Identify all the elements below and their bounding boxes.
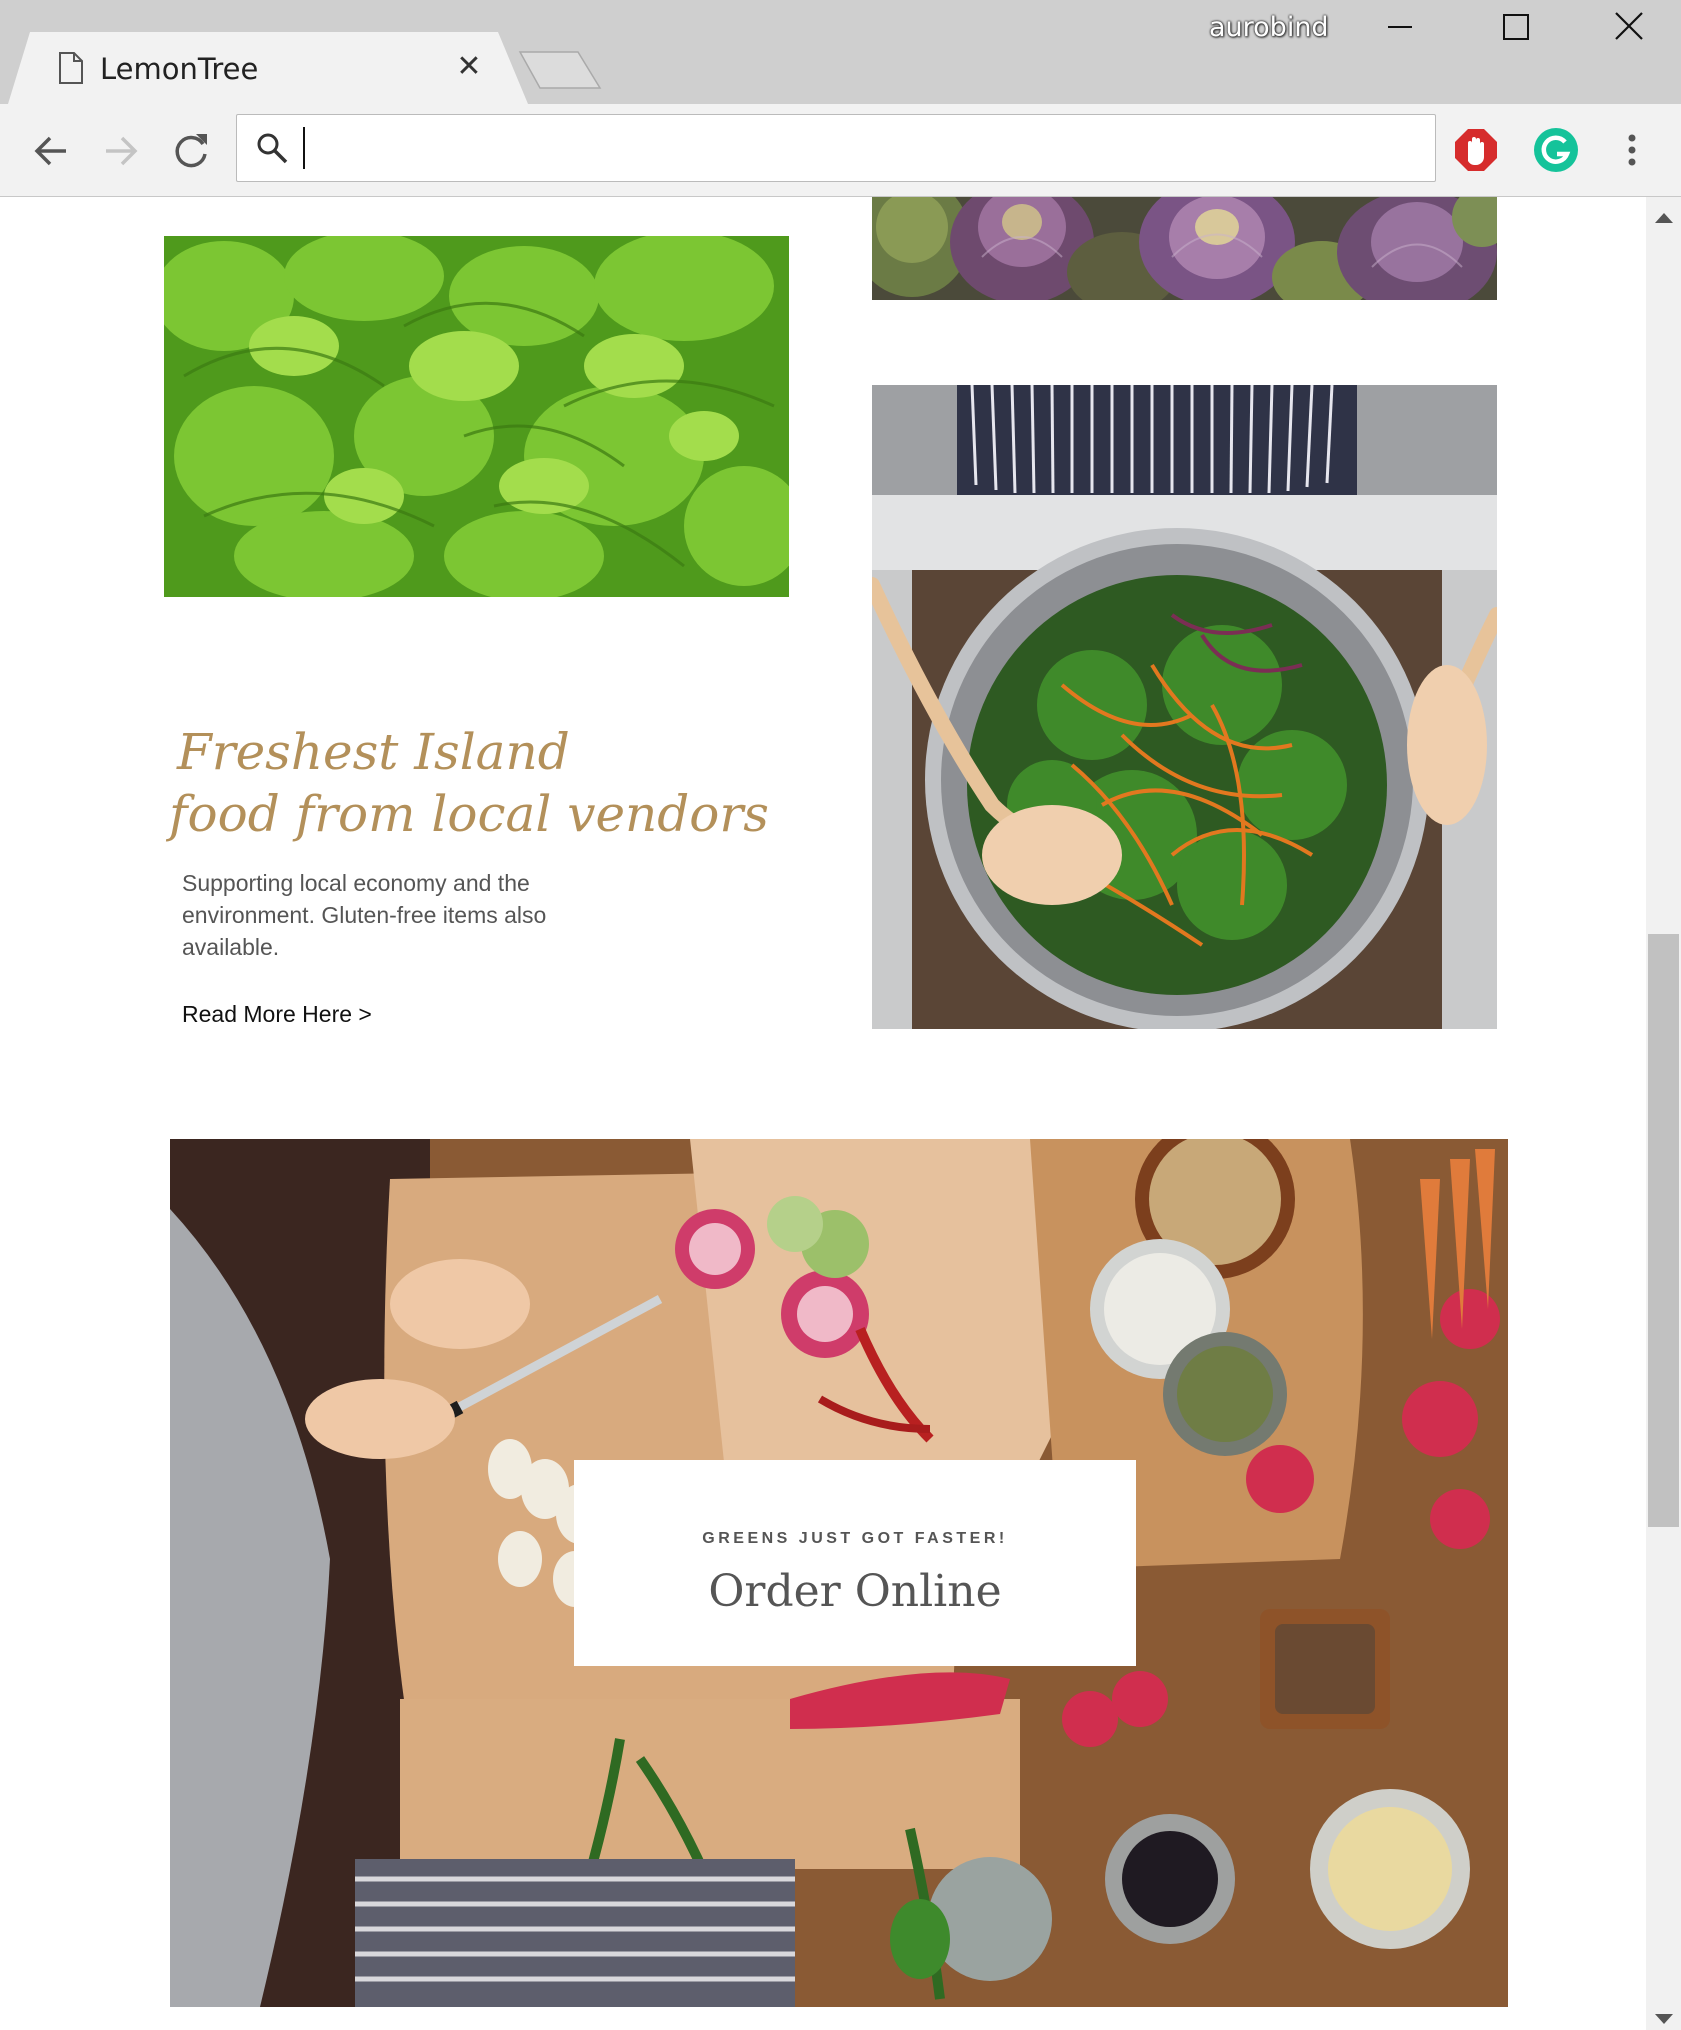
browser-toolbar xyxy=(0,104,1681,197)
document-icon xyxy=(59,52,83,84)
tab-close-icon[interactable]: ✕ xyxy=(454,52,484,82)
browser-titlebar: LemonTree ✕ aurobind xyxy=(0,0,1681,104)
new-tab-button[interactable] xyxy=(518,50,602,90)
vertical-scrollbar[interactable] xyxy=(1646,197,1681,2030)
address-input[interactable] xyxy=(311,125,1415,173)
scroll-thumb[interactable] xyxy=(1648,934,1679,1527)
text-caret xyxy=(303,127,305,169)
scroll-down-icon[interactable] xyxy=(1654,2012,1674,2026)
minimize-icon[interactable] xyxy=(1370,0,1430,54)
address-bar[interactable] xyxy=(236,114,1436,182)
close-window-icon[interactable] xyxy=(1600,0,1660,54)
reload-icon[interactable] xyxy=(166,126,216,176)
headline-line-1: Freshest Island xyxy=(177,723,570,781)
headline-line-2: food from local vendors xyxy=(169,785,769,843)
profile-name[interactable]: aurobind xyxy=(1209,12,1329,43)
order-online-card[interactable]: GREENS JUST GOT FASTER! Order Online xyxy=(574,1460,1136,1666)
search-icon xyxy=(257,133,288,164)
order-kicker: GREENS JUST GOT FASTER! xyxy=(702,1530,1008,1547)
order-online-title[interactable]: Order Online xyxy=(574,1566,1136,1617)
artichoke-photo xyxy=(872,197,1497,300)
forward-arrow-icon[interactable] xyxy=(96,126,146,176)
page-viewport: Freshest Island food from local vendors … xyxy=(0,197,1646,2030)
feature-headline: Freshest Island food from local vendors xyxy=(169,721,777,845)
menu-kebab-icon[interactable] xyxy=(1608,126,1656,174)
back-arrow-icon[interactable] xyxy=(26,126,76,176)
scroll-up-icon[interactable] xyxy=(1654,211,1674,225)
grammarly-extension-icon[interactable] xyxy=(1532,126,1580,174)
active-tab[interactable]: LemonTree ✕ xyxy=(8,32,528,104)
read-more-link[interactable]: Read More Here > xyxy=(182,1001,372,1028)
lettuce-photo xyxy=(164,236,789,597)
adblock-extension-icon[interactable] xyxy=(1452,126,1500,174)
salad-bowl-photo xyxy=(872,385,1497,1029)
tab-title: LemonTree xyxy=(100,52,259,86)
maximize-icon[interactable] xyxy=(1486,0,1546,54)
feature-body: Supporting local economy and the environ… xyxy=(182,870,547,960)
